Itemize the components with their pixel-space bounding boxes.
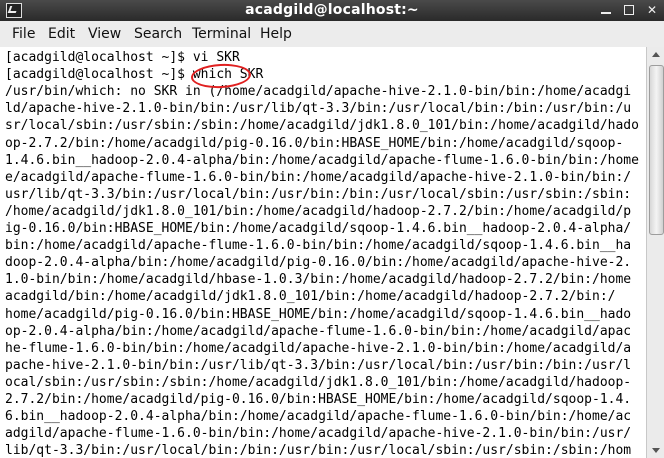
output-line: 6.bin__hadoop-2.0.4-alpha/bin:/home/acad… — [5, 409, 632, 425]
menu-view[interactable]: View — [88, 26, 121, 42]
terminal-window: acadgild@localhost:~ File Edit View Sear… — [0, 0, 664, 458]
output-line: e/acadgild/apache-flume-1.6.0-bin/bin:/h… — [5, 169, 632, 185]
output-line: ocal/sbin:/usr/sbin:/sbin:/home/acadgild… — [5, 374, 632, 390]
output-line: adgild/apache-flume-1.6.0-bin/bin:/home/… — [5, 426, 632, 442]
output-line: doop-2.0.4-alpha/bin:/home/acadgild/pig-… — [5, 255, 632, 271]
output-line: op-2.0.4-alpha/bin:/home/acadgild/apache… — [5, 323, 632, 339]
output-line: lib/qt-3.3/bin:/usr/local/bin:/bin:/usr/… — [5, 443, 632, 458]
output-line: 1.4.6.bin__hadoop-2.0.4-alpha/bin:/home/… — [5, 152, 639, 168]
menu-bar: File Edit View Search Terminal Help — [0, 21, 664, 48]
output-line: acadgild/bin:/home/acadgild/jdk1.8.0_101… — [5, 289, 616, 305]
output-line: he-flume-1.6.0-bin/bin:/home/acadgild/ap… — [5, 340, 632, 356]
title-bar[interactable]: acadgild@localhost:~ — [0, 0, 664, 21]
scroll-down-icon[interactable] — [647, 442, 664, 458]
scroll-up-icon[interactable] — [647, 47, 664, 63]
maximize-icon[interactable] — [621, 2, 637, 18]
output-line: sr/local/sbin:/usr/sbin:/sbin:/home/acad… — [5, 118, 639, 134]
menu-file[interactable]: File — [12, 26, 35, 42]
prompt-line: [acadgild@localhost ~]$ vi SKR — [5, 50, 240, 65]
minimize-icon[interactable] — [598, 2, 614, 18]
output-line: 1.0-bin/bin:/home/acadgild/hbase-1.0.3/b… — [5, 272, 632, 288]
output-line: ig-0.16.0/bin:HBASE_HOME/bin:/home/acadg… — [5, 221, 632, 236]
output-line: pache-hive-2.1.0-bin/bin:/usr/lib/qt-3.3… — [5, 357, 632, 373]
scrollbar-thumb[interactable] — [649, 65, 664, 235]
output-line: bin:/home/acadgild/apache-flume-1.6.0-bi… — [5, 238, 632, 254]
menu-help[interactable]: Help — [260, 26, 292, 42]
output-line: op-2.7.2/bin:/home/acadgild/pig-0.16.0/b… — [5, 135, 624, 151]
output-line: /usr/bin/which: no SKR in (/home/acadgil… — [5, 84, 632, 100]
menu-edit[interactable]: Edit — [48, 26, 75, 42]
output-line: usr/lib/qt-3.3/bin:/usr/local/bin:/usr/b… — [5, 186, 632, 202]
output-line: 2.7.2/bin:/home/acadgild/pig-0.16.0/bin:… — [5, 392, 632, 407]
output-line: ld/apache-hive-2.1.0-bin/bin:/usr/lib/qt… — [5, 101, 632, 117]
close-icon[interactable] — [644, 2, 660, 18]
window-title: acadgild@localhost:~ — [245, 2, 419, 18]
terminal-output[interactable]: [acadgild@localhost ~]$ vi SKR [acadgild@… — [0, 47, 646, 458]
output-line: /home/acadgild/jdk1.8.0_101/bin:/home/ac… — [5, 203, 632, 219]
menu-terminal[interactable]: Terminal — [192, 26, 251, 42]
vertical-scrollbar[interactable] — [646, 47, 664, 458]
menu-search[interactable]: Search — [134, 26, 182, 42]
output-line: home/acadgild/pig-0.16.0/bin:HBASE_HOME/… — [5, 306, 632, 322]
